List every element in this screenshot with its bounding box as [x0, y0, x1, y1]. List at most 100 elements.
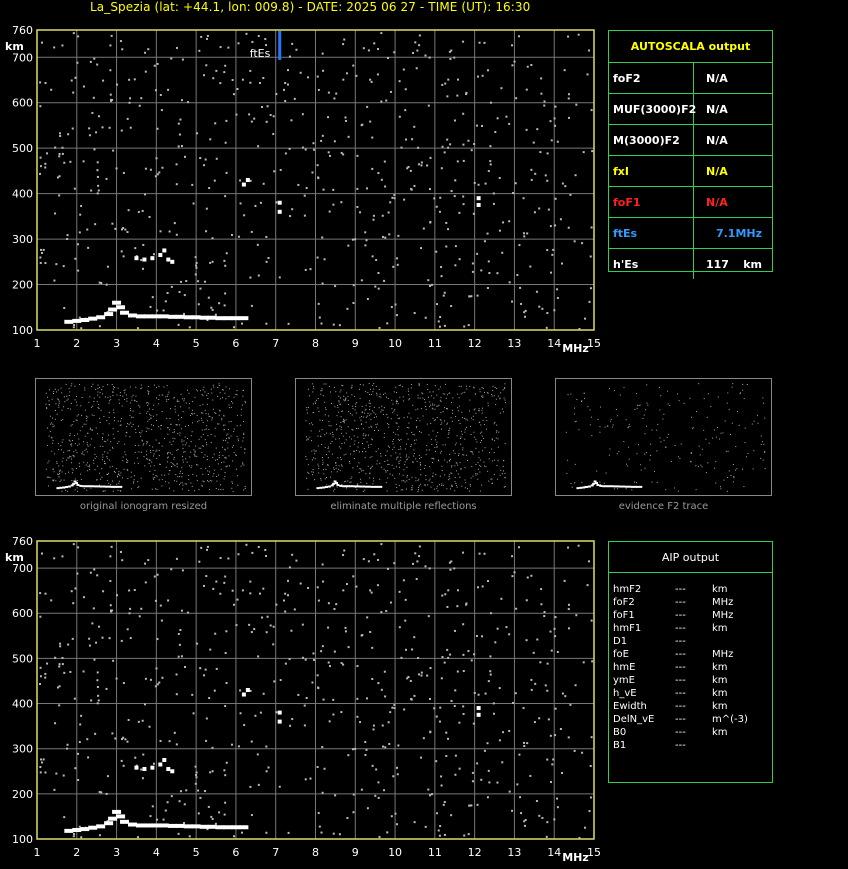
thumbnail-dot — [502, 411, 504, 413]
thumbnail-dot — [106, 479, 108, 481]
noise-dot — [465, 93, 468, 96]
noise-dot — [275, 201, 278, 204]
autoscala-param-name: h'Es — [609, 249, 694, 279]
thumbnail-dot — [695, 489, 697, 491]
thumbnail-dot — [121, 477, 123, 479]
thumbnail-dot — [343, 422, 345, 424]
thumbnail-dot — [365, 451, 367, 453]
noise-dot — [445, 221, 448, 224]
noise-dot — [439, 706, 442, 709]
noise-dot — [39, 256, 42, 259]
thumbnail-dot — [81, 453, 83, 455]
thumbnail-dot — [659, 437, 661, 439]
noise-dot — [409, 679, 412, 682]
thumbnail-dot — [89, 469, 91, 471]
thumbnail-dot — [487, 405, 489, 407]
noise-dots — [39, 543, 594, 839]
noise-dot — [224, 575, 227, 578]
thumbnail-dot — [160, 425, 162, 427]
y-tick-label: 400 — [12, 698, 33, 711]
thumbnail-dot — [332, 436, 334, 438]
noise-dot — [78, 741, 81, 744]
thumbnail-dot — [243, 464, 245, 466]
thumbnail-dot — [104, 490, 106, 492]
thumbnail-dot — [448, 476, 450, 478]
thumbnail-dot — [131, 399, 133, 401]
noise-dot — [303, 724, 306, 727]
thumbnail-dot — [130, 476, 132, 478]
thumbnail-dot — [76, 404, 78, 406]
thumbnail-dot — [228, 436, 230, 438]
noise-dot — [427, 788, 430, 791]
thumbnail-dot — [353, 435, 355, 437]
thumbnail-dot — [495, 431, 497, 433]
thumbnail-dot — [175, 424, 177, 426]
noise-dot — [328, 665, 331, 668]
thumbnail-dot — [230, 421, 232, 423]
thumbnail-dot — [325, 383, 327, 385]
noise-dot — [66, 747, 69, 750]
thumbnail-dot — [399, 417, 401, 419]
thumbnail-dot — [354, 440, 356, 442]
thumbnail-dot — [211, 419, 213, 421]
noise-dot — [128, 589, 131, 592]
thumbnail-dot — [357, 428, 359, 430]
thumbnail-dot — [215, 487, 217, 489]
noise-dot — [73, 187, 76, 190]
noise-dot — [249, 179, 252, 182]
thumbnail-dot — [730, 474, 732, 476]
noise-dot — [122, 255, 125, 258]
noise-dot — [476, 803, 479, 806]
thumbnail-dot — [415, 458, 417, 460]
noise-dot — [119, 40, 122, 43]
thumbnail-dot — [182, 444, 184, 446]
noise-dot — [444, 82, 447, 85]
thumbnail-dot — [47, 485, 49, 487]
thumbnail-dot — [212, 456, 214, 458]
thumbnail-dot — [471, 451, 473, 453]
thumbnail-dot — [408, 412, 410, 414]
thumbnail-dot — [587, 406, 589, 408]
thumbnail-dot — [69, 408, 71, 410]
thumbnail-dot — [47, 396, 49, 398]
thumbnail-dot — [440, 423, 442, 425]
noise-dot — [525, 639, 528, 642]
noise-dot — [492, 712, 495, 715]
thumbnail-dot — [650, 443, 652, 445]
noise-dot — [258, 81, 261, 84]
thumbnail-dot — [76, 452, 78, 454]
thumbnail-dot — [477, 462, 479, 464]
noise-dot — [545, 326, 548, 329]
thumbnail-dot — [420, 431, 422, 433]
noise-dot — [227, 46, 230, 49]
noise-dot — [371, 677, 374, 680]
noise-dot — [387, 721, 390, 724]
noise-dot — [440, 775, 443, 778]
thumbnail-dot — [324, 446, 326, 448]
data-point — [150, 256, 155, 261]
thumbnail-dot — [94, 457, 96, 459]
noise-dot — [441, 83, 444, 86]
thumbnail-dot — [77, 444, 79, 446]
thumbnail-dot — [174, 438, 176, 440]
thumbnail-dot — [218, 423, 220, 425]
noise-dot — [356, 205, 359, 208]
thumbnail-dot — [449, 453, 451, 455]
data-point — [151, 314, 161, 319]
thumbnail-dot — [495, 437, 497, 439]
noise-dot — [96, 685, 99, 688]
thumbnail-dot — [87, 465, 89, 467]
thumbnail-dot — [233, 430, 235, 432]
noise-dot — [62, 265, 65, 268]
thumbnail-dot — [487, 402, 489, 404]
thumbnail-dot — [200, 390, 202, 392]
thumbnail-dot — [566, 472, 568, 474]
thumbnail-dot — [177, 433, 179, 435]
thumbnail-dot — [334, 488, 336, 490]
noise-dot — [188, 835, 191, 838]
thumbnail-dot — [75, 449, 77, 451]
noise-dot — [76, 61, 79, 64]
thumbnail-dot — [738, 424, 740, 426]
noise-dot — [320, 831, 323, 834]
noise-dot — [168, 230, 171, 233]
